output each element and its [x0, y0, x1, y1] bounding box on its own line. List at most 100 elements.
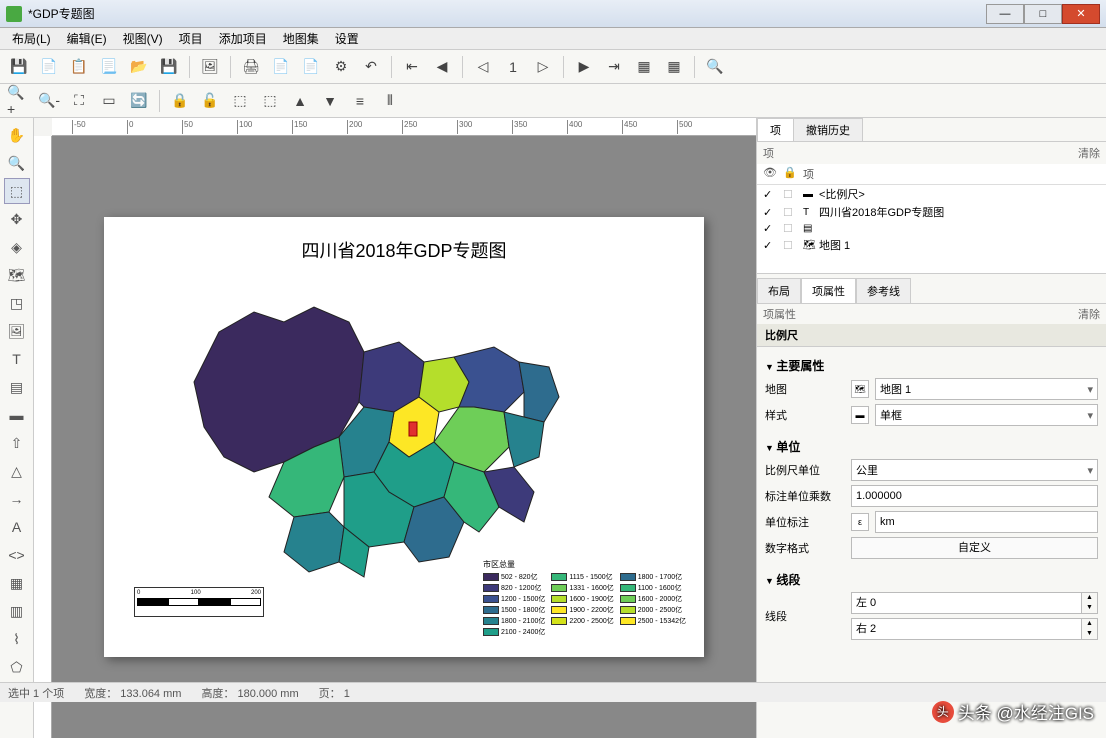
page-setup-icon[interactable]: 📃 [96, 54, 122, 80]
save-icon[interactable]: 💾 [6, 54, 32, 80]
input-unit-multiplier[interactable]: 1.000000 [851, 485, 1098, 507]
export-svg-icon[interactable]: 📄 [298, 54, 324, 80]
expression-icon[interactable]: ε [851, 513, 869, 531]
lower-icon[interactable]: ▼ [317, 88, 343, 114]
ungroup-icon[interactable]: ⬚ [257, 88, 283, 114]
layer-row[interactable]: ✓☐T四川省2018年GDP专题图 [757, 203, 1106, 221]
add-legend-icon[interactable]: ▤ [4, 374, 30, 400]
visibility-checkbox[interactable]: ✓ [763, 222, 783, 235]
lock-checkbox[interactable]: ☐ [783, 188, 803, 201]
map-title[interactable]: 四川省2018年GDP专题图 [104, 237, 704, 263]
zoom-out-icon[interactable]: 🔍- [36, 88, 62, 114]
tab-items[interactable]: 项 [757, 118, 794, 141]
raise-icon[interactable]: ▲ [287, 88, 313, 114]
minimize-button[interactable]: — [986, 4, 1024, 24]
layout-page[interactable]: 四川省2018年GDP专题图 [104, 217, 704, 657]
add-3dmap-icon[interactable]: ◳ [4, 290, 30, 316]
last-icon[interactable]: ⇥ [601, 54, 627, 80]
print-icon[interactable]: 🖨 [238, 54, 264, 80]
page-back-icon[interactable]: ◁ [470, 54, 496, 80]
page-num[interactable]: 1 [500, 54, 526, 80]
items-list[interactable]: 👁 🔒 项 ✓☐▬<比例尺>✓☐T四川省2018年GDP专题图✓☐▤✓☐🗺地图 … [757, 164, 1106, 274]
add-map-icon[interactable]: 🗺 [4, 262, 30, 288]
next-icon[interactable]: ▶ [571, 54, 597, 80]
spinner-segments-right[interactable]: 右 2 ▲▼ [851, 618, 1098, 640]
tab-layout[interactable]: 布局 [757, 278, 801, 303]
new-layout-icon[interactable]: 📄 [36, 54, 62, 80]
add-arrow-icon[interactable]: → [4, 486, 30, 512]
atlas-icon[interactable]: ▦ [631, 54, 657, 80]
spinner-segments-left[interactable]: 左 0 ▲▼ [851, 592, 1098, 614]
visibility-checkbox[interactable]: ✓ [763, 206, 783, 219]
menu-item-5[interactable]: 地图集 [275, 28, 327, 49]
page-fwd-icon[interactable]: ▷ [530, 54, 556, 80]
layer-row[interactable]: ✓☐▬<比例尺> [757, 185, 1106, 203]
distribute-icon[interactable]: ⫴ [377, 88, 403, 114]
prev-icon[interactable]: ◀ [429, 54, 455, 80]
canvas[interactable]: 四川省2018年GDP专题图 [52, 136, 756, 738]
select-map[interactable]: 地图 1 [875, 378, 1098, 400]
layer-row[interactable]: ✓☐🗺地图 1 [757, 236, 1106, 254]
add-label-icon[interactable]: T [4, 346, 30, 372]
zoom-fit-icon[interactable]: ⛶ [66, 88, 92, 114]
move-content-icon[interactable]: ✥ [4, 206, 30, 232]
maximize-button[interactable]: □ [1024, 4, 1062, 24]
section-segments[interactable]: 线段 [765, 567, 1098, 592]
open-icon[interactable]: 📂 [126, 54, 152, 80]
menu-item-0[interactable]: 布局(L) [4, 28, 59, 49]
menu-item-1[interactable]: 编辑(E) [59, 28, 115, 49]
select-style[interactable]: 单框 [875, 404, 1098, 426]
add-attr-icon[interactable]: ▥ [4, 598, 30, 624]
duplicate-icon[interactable]: 📋 [66, 54, 92, 80]
close-button[interactable]: ✕ [1062, 4, 1100, 24]
tab-undo-history[interactable]: 撤销历史 [793, 118, 863, 141]
export-image-icon[interactable]: 🖼 [197, 54, 223, 80]
add-nodeitem-icon[interactable]: A [4, 514, 30, 540]
select-scale-unit[interactable]: 公里 [851, 459, 1098, 481]
scalebar-item[interactable]: 0100200 [134, 587, 264, 617]
first-icon[interactable]: ⇤ [399, 54, 425, 80]
menu-item-6[interactable]: 设置 [327, 28, 367, 49]
zoom-tool-icon[interactable]: 🔍 [4, 150, 30, 176]
tab-guides[interactable]: 参考线 [856, 278, 911, 303]
atlas-settings-icon[interactable]: 🔍 [702, 54, 728, 80]
add-table-icon[interactable]: ▦ [4, 570, 30, 596]
legend-item[interactable]: 市区总量 502 - 820亿820 - 1200亿1200 - 1500亿15… [483, 559, 686, 637]
input-unit-label[interactable]: km [875, 511, 1098, 533]
export-pdf-icon[interactable]: 📄 [268, 54, 294, 80]
lock-checkbox[interactable]: ☐ [783, 206, 803, 219]
add-scalebar-icon[interactable]: ▬ [4, 402, 30, 428]
add-polygon-icon[interactable]: ⬠ [4, 654, 30, 680]
button-number-format[interactable]: 自定义 [851, 537, 1098, 559]
layout-settings-icon[interactable]: ⚙ [328, 54, 354, 80]
lock-icon[interactable]: 🔒 [167, 88, 193, 114]
pan-tool-icon[interactable]: ✋ [4, 122, 30, 148]
items-search-clear[interactable]: 清除 [1078, 145, 1100, 161]
menu-item-4[interactable]: 添加项目 [211, 28, 275, 49]
props-search-clear[interactable]: 清除 [1078, 306, 1100, 322]
save-template-icon[interactable]: 💾 [156, 54, 182, 80]
group-icon[interactable]: ⬚ [227, 88, 253, 114]
visibility-checkbox[interactable]: ✓ [763, 239, 783, 252]
menu-item-3[interactable]: 项目 [171, 28, 211, 49]
lock-checkbox[interactable]: ☐ [783, 239, 803, 252]
align-icon[interactable]: ≡ [347, 88, 373, 114]
atlas-export-icon[interactable]: ▦ [661, 54, 687, 80]
lock-checkbox[interactable]: ☐ [783, 222, 803, 235]
visibility-checkbox[interactable]: ✓ [763, 188, 783, 201]
tab-item-properties[interactable]: 项属性 [801, 278, 856, 303]
section-units[interactable]: 单位 [765, 434, 1098, 459]
add-polyline-icon[interactable]: ⌇ [4, 626, 30, 652]
unlock-icon[interactable]: 🔓 [197, 88, 223, 114]
add-picture-icon[interactable]: 🖼 [4, 318, 30, 344]
zoom-100-icon[interactable]: ▭ [96, 88, 122, 114]
zoom-in-icon[interactable]: 🔍+ [6, 88, 32, 114]
select-tool-icon[interactable]: ⬚ [4, 178, 30, 204]
section-main[interactable]: 主要属性 [765, 353, 1098, 378]
add-shape-icon[interactable]: △ [4, 458, 30, 484]
undo-icon[interactable]: ↶ [358, 54, 384, 80]
refresh-icon[interactable]: 🔄 [126, 88, 152, 114]
edit-nodes-icon[interactable]: ◈ [4, 234, 30, 260]
add-html-icon[interactable]: <> [4, 542, 30, 568]
add-northarrow-icon[interactable]: ⇧ [4, 430, 30, 456]
